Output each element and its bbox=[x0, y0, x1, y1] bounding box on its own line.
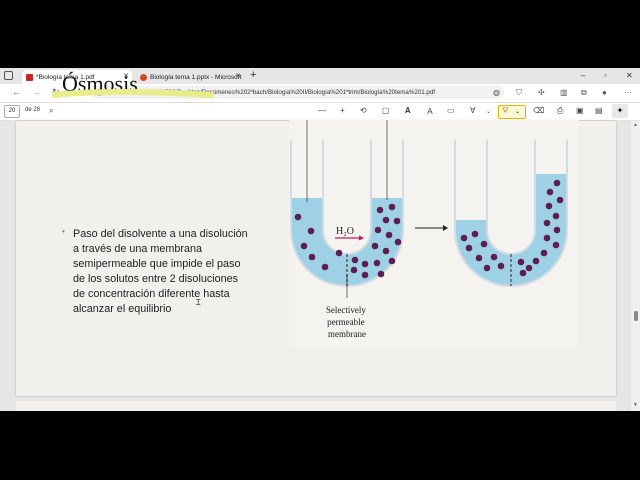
tab-pptx-label: Biología tema 1.pptx - Microsoft bbox=[150, 73, 242, 81]
scroll-up-icon[interactable]: ▲ bbox=[633, 122, 638, 128]
minimize-button[interactable]: – bbox=[581, 71, 585, 80]
forward-button[interactable]: → bbox=[32, 87, 41, 97]
zoom-out-button[interactable]: — bbox=[318, 106, 326, 115]
tab-actions-icon[interactable] bbox=[4, 71, 13, 80]
more-menu-icon[interactable]: ⋯ bbox=[624, 88, 632, 97]
water-label: H₂O bbox=[336, 226, 354, 237]
vertical-scrollbar[interactable]: ▲ ▼ bbox=[631, 121, 640, 411]
next-pdf-page bbox=[16, 401, 616, 411]
shield-icon[interactable]: ⛉ bbox=[516, 88, 522, 98]
collections-icon[interactable]: ⧉ bbox=[581, 88, 587, 98]
read-aloud-icon[interactable]: ◍ bbox=[493, 88, 500, 97]
membrane-label-line: permeable bbox=[327, 317, 364, 327]
osmosis-figure: H₂O Selectively permeable membrane bbox=[289, 120, 579, 346]
draw-icon[interactable]: ∀ bbox=[470, 106, 475, 115]
new-tab-button[interactable]: + bbox=[250, 69, 256, 81]
draw-dropdown-icon[interactable]: ⌄ bbox=[486, 108, 491, 115]
pdf-toolbar: 20 de 28 ⌕ — + ⟲ ▢ 𝐀 Ａ ▭ ∀ ⌄ ⛛ ⌄ ⌫ ⎙ ▣ ▤… bbox=[0, 103, 640, 121]
membrane-label-line: Selectively bbox=[326, 305, 366, 315]
page-view-icon[interactable]: ▭ bbox=[447, 106, 455, 115]
text-icon[interactable]: Ａ bbox=[426, 106, 434, 117]
scrollbar-thumb[interactable] bbox=[634, 311, 638, 321]
body-line: Paso del disolvente a una disolución bbox=[73, 228, 248, 240]
zoom-in-button[interactable]: + bbox=[340, 106, 345, 115]
membrane-label: Selectively permeable membrane bbox=[326, 305, 368, 339]
osmosis-diagram: H₂O Selectively permeable membrane bbox=[290, 120, 568, 339]
chevron-down-icon: ⌄ bbox=[515, 109, 521, 115]
read-aloud-button[interactable]: 𝐀 bbox=[405, 106, 411, 116]
powerpoint-icon bbox=[140, 73, 147, 81]
body-line: semipermeable que impide el paso bbox=[73, 258, 241, 270]
body-line: de los solutos entre 2 disoluciones bbox=[73, 273, 239, 285]
eraser-icon[interactable]: ⌫ bbox=[533, 106, 544, 115]
extensions-icon[interactable]: ✣ bbox=[538, 88, 545, 97]
search-icon[interactable]: ⌕ bbox=[49, 106, 53, 116]
page-total: de 28 bbox=[25, 107, 41, 113]
body-line: de concentración diferente hasta bbox=[73, 288, 230, 300]
rotate-icon[interactable]: ⟲ bbox=[360, 106, 367, 115]
body-line: alcanzar el equilibrio bbox=[73, 303, 172, 315]
membrane-label-line: membrane bbox=[328, 329, 366, 339]
arrow-right-icon bbox=[443, 225, 448, 231]
page-number-input[interactable]: 20 bbox=[4, 105, 20, 118]
body-line: a través de una membrana bbox=[73, 243, 203, 255]
close-window-button[interactable]: ✕ bbox=[626, 71, 633, 80]
close-icon[interactable]: ✕ bbox=[235, 72, 241, 80]
title-highlight-stroke bbox=[52, 89, 214, 98]
profile-avatar[interactable]: ● bbox=[602, 88, 607, 97]
print-icon[interactable]: ⎙ bbox=[557, 106, 563, 116]
fit-page-icon[interactable]: ▢ bbox=[382, 106, 390, 115]
split-screen-icon[interactable]: ▥ bbox=[560, 88, 568, 97]
maximize-button[interactable]: ▫ bbox=[604, 71, 607, 80]
save-icon[interactable]: ▣ bbox=[576, 106, 584, 115]
water-flow-arrow-icon bbox=[359, 235, 364, 241]
pin-toolbar-icon[interactable]: ✦ bbox=[612, 104, 628, 118]
pdf-icon bbox=[26, 73, 33, 81]
save-as-icon[interactable]: ▤ bbox=[595, 106, 603, 115]
back-button[interactable]: ← bbox=[12, 87, 21, 97]
scroll-down-icon[interactable]: ▼ bbox=[633, 402, 638, 408]
bullet-marker: • bbox=[62, 227, 65, 236]
slide-body-text: Paso del disolvente a una disolución a t… bbox=[73, 227, 273, 317]
highlighter-icon: ⛛ bbox=[502, 106, 509, 115]
highlight-button[interactable]: ⛛ ⌄ bbox=[498, 105, 526, 119]
tab-pptx[interactable]: Biología tema 1.pptx - Microsoft ✕ bbox=[136, 70, 244, 84]
mouse-cursor-icon: Ɪ bbox=[196, 298, 201, 307]
